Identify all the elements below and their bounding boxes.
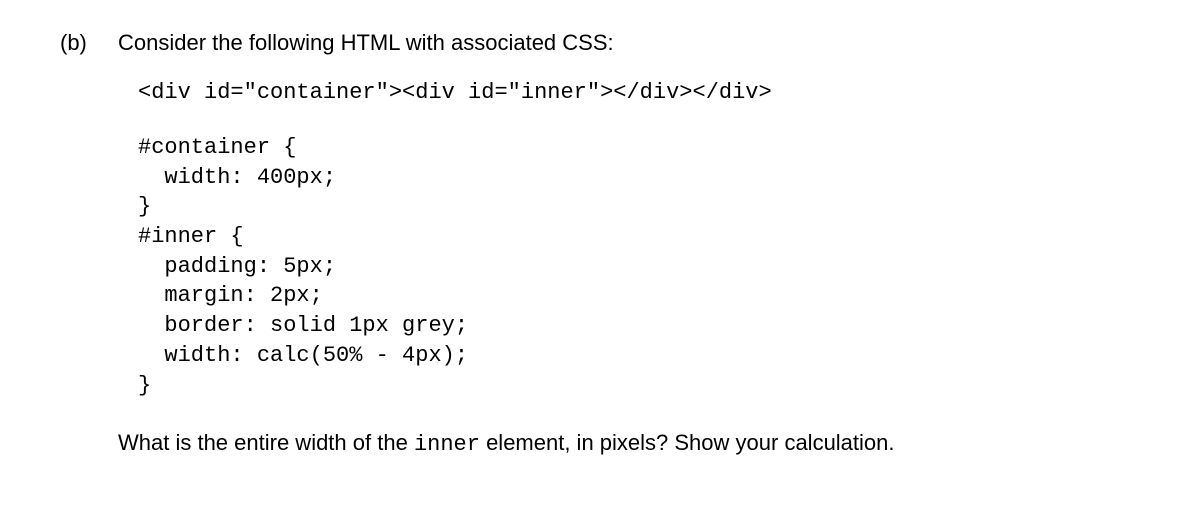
intro-text: Consider the following HTML with associa… [118,30,1140,56]
question-part-2: element, in pixels? Show your calculatio… [480,430,895,455]
question-label: (b) [60,30,100,56]
question-block: (b) Consider the following HTML with ass… [60,30,1140,461]
question-part-1: What is the entire width of the [118,430,414,455]
final-question-text: What is the entire width of the inner el… [118,428,1140,461]
question-content: Consider the following HTML with associa… [118,30,1140,461]
html-code-block: <div id="container"><div id="inner"></di… [138,80,1140,105]
inner-code-word: inner [414,432,480,457]
css-code-block: #container { width: 400px; } #inner { pa… [138,133,1140,400]
